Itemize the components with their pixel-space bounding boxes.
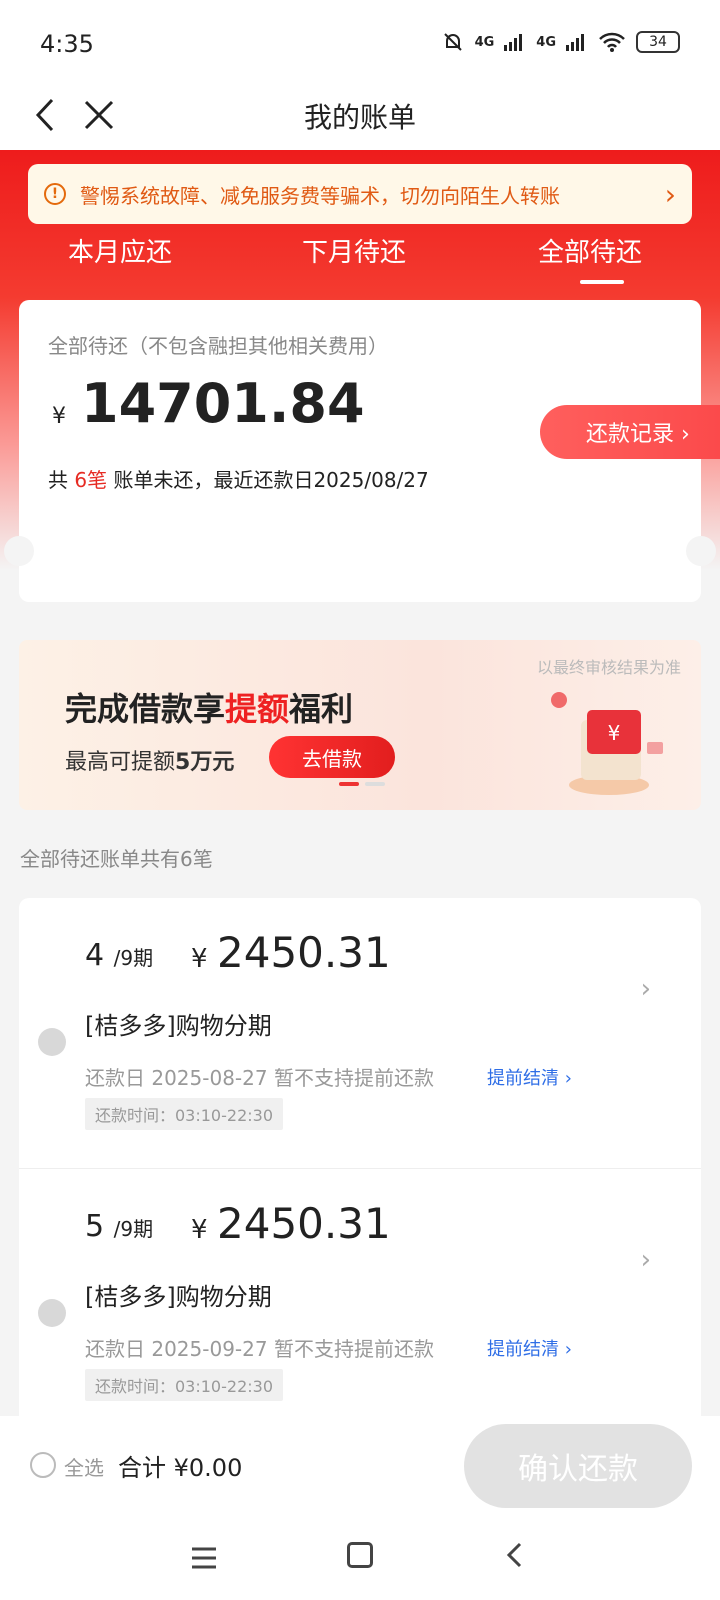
svg-text:¥: ¥ [608,721,621,745]
tab-all-pending[interactable]: 全部待还 [490,232,690,269]
summary-label: 全部待还（不包含融担其他相关费用） [48,334,388,358]
card-notch-right [686,536,716,566]
signal-bars-icon [566,34,584,51]
battery-icon: 34 [636,31,680,53]
checkout-bar: 全选 合计 ¥0.00 确认还款 [0,1416,720,1516]
active-tab-indicator [580,280,624,284]
bill-count-text: 共 6笔 账单未还，最近还款日2025/08/27 [48,464,429,493]
back-icon[interactable] [500,1540,530,1570]
loan-promo-banner[interactable]: 以最终审核结果为准 完成借款享提额福利 最高可提额5万元 去借款 ¥ [19,640,701,810]
card-notch-left [4,536,34,566]
wifi-icon [599,32,625,52]
bill-list-header: 全部待还账单共有6笔 [20,847,213,871]
banner-title: 完成借款享提额福利 [65,684,353,730]
carousel-dot [365,782,385,786]
count-value: 6笔 [74,468,108,492]
page-title: 我的账单 [303,101,416,134]
warning-text: 警惕系统故障、减免服务费等骗术，切勿向陌生人转账 [80,183,560,208]
fraud-warning-banner[interactable]: ! 警惕系统故障、减免服务费等骗术，切勿向陌生人转账 › [28,164,692,224]
borrow-button[interactable]: 去借款 [269,736,395,778]
count-suffix: 账单未还，最近还款日2025/08/27 [113,468,429,492]
signal-bars-icon [504,34,523,51]
repayment-time-badge: 还款时间：03:10-22:30 [85,1098,283,1130]
home-icon[interactable] [347,1542,373,1568]
period-total: /9期 [113,1217,154,1241]
status-icons: 4G 4G 34 [441,30,680,54]
menu-icon[interactable] [190,1546,218,1570]
bill-product-name: [桔多多]购物分期 [85,1012,272,1040]
repayment-time-badge: 还款时间：03:10-22:30 [85,1369,283,1401]
status-time: 4:35 [40,30,94,58]
bill-due-date: 还款日 2025-08-27 暂不支持提前还款 [85,1066,434,1090]
mute-bell-icon [443,33,462,51]
bill-item[interactable]: 4 /9期 ¥ 2450.31 [桔多多]购物分期 还款日 2025-08-27… [19,898,701,1168]
select-all-label[interactable]: 全选 [64,1452,104,1481]
bill-select-checkbox[interactable] [38,1028,66,1056]
bill-period: 5 /9期 [85,1209,153,1244]
currency-symbol: ¥ [52,404,66,429]
confirm-repay-button[interactable]: 确认还款 [464,1424,692,1508]
banner-disclaimer: 以最终审核结果为准 [536,658,681,677]
signal-label-2: 4G [536,34,556,50]
bill-period: 4 /9期 [85,938,153,973]
banner-subtitle: 最高可提额5万元 [65,744,234,776]
chevron-right-icon[interactable]: › [641,1245,651,1275]
carousel-dot-active [339,782,359,786]
total-amount: 合计 ¥0.00 [118,1454,243,1482]
banner-title-part: 福利 [289,690,354,728]
tab-this-month[interactable]: 本月应还 [20,232,220,269]
nav-bar: 我的账单 [0,80,720,150]
chevron-right-icon: › [664,177,676,211]
carousel-dots [339,782,385,786]
period-number: 4 [85,938,105,973]
currency-symbol: ¥ [191,944,208,974]
banner-subtitle-amount: 5万元 [175,750,235,775]
currency-symbol: ¥ [191,1215,208,1245]
warning-icon: ! [44,183,66,205]
system-navigation-bar [0,1516,720,1600]
signal-label-1: 4G [474,34,495,50]
bill-amount: 2450.31 [217,1199,391,1248]
money-gift-illustration-icon: ¥ [551,692,663,795]
chevron-right-icon[interactable]: › [641,974,651,1004]
count-prefix: 共 [48,468,68,492]
period-number: 5 [85,1209,105,1244]
banner-title-part: 完成借款享 [65,690,226,728]
tab-next-month[interactable]: 下月待还 [254,232,454,269]
banner-subtitle-text: 最高可提额 [65,750,176,775]
battery-level: 34 [649,34,667,50]
bill-product-name: [桔多多]购物分期 [85,1283,272,1311]
period-total: /9期 [113,946,154,970]
repayment-record-button[interactable]: 还款记录 › [540,405,720,459]
early-settle-link[interactable]: 提前结清 › [487,1335,572,1361]
total-pending-amount: 14701.84 [81,372,365,435]
bill-select-checkbox[interactable] [38,1299,66,1327]
bill-item[interactable]: 5 /9期 ¥ 2450.31 [桔多多]购物分期 还款日 2025-09-27… [19,1168,701,1438]
status-bar: 4:35 4G 4G 34 [0,0,720,80]
bill-due-date: 还款日 2025-09-27 暂不支持提前还款 [85,1337,434,1361]
banner-title-highlight: 提额 [225,690,290,728]
early-settle-link[interactable]: 提前结清 › [487,1064,572,1090]
tab-bar: 本月应还 下月待还 全部待还 [0,224,720,284]
bill-amount: 2450.31 [217,928,391,977]
select-all-checkbox[interactable] [30,1452,56,1478]
